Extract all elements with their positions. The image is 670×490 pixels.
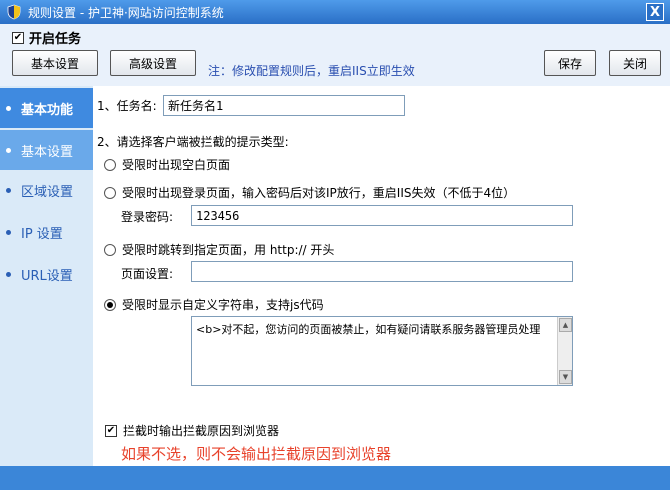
option-label: 受限时出现空白页面 bbox=[122, 158, 231, 172]
sidebar-item-label: URL设置 bbox=[21, 268, 73, 284]
option-login-page-radio[interactable] bbox=[104, 186, 116, 199]
option-blank-page-radio[interactable] bbox=[104, 158, 116, 171]
page-setting-input[interactable] bbox=[191, 261, 573, 282]
sidebar-item-basic-settings[interactable]: 基本设置 bbox=[0, 130, 93, 170]
window-title: 规则设置 - 护卫神·网站访问控制系统 bbox=[28, 5, 224, 20]
toolbar: ✔ 开启任务 基本设置 高级设置 注：修改配置规则后，重启IIS立即生效 保存 … bbox=[0, 24, 670, 86]
advanced-settings-button[interactable]: 高级设置 bbox=[110, 50, 196, 76]
prompt-type-label: 2、请选择客户端被拦截的提示类型: bbox=[97, 135, 289, 149]
enable-task-checkbox[interactable]: ✔ bbox=[12, 31, 24, 44]
output-reason-toggle[interactable]: ✔ 拦截时输出拦截原因到浏览器 bbox=[105, 422, 279, 439]
output-reason-checkbox[interactable]: ✔ bbox=[105, 424, 117, 437]
close-button[interactable]: 关闭 bbox=[609, 50, 661, 76]
option-label: 受限时显示自定义字符串，支持js代码 bbox=[122, 298, 324, 312]
window-close-button[interactable]: X bbox=[646, 3, 664, 21]
sidebar-item-label: 区域设置 bbox=[21, 184, 74, 200]
restart-tip: 注：修改配置规则后，重启IIS立即生效 bbox=[208, 64, 415, 78]
option-redirect-page[interactable]: 受限时跳转到指定页面，用 http:// 开头 bbox=[104, 241, 334, 258]
sidebar-item-label: IP 设置 bbox=[21, 226, 63, 242]
title-bar: 规则设置 - 护卫神·网站访问控制系统 X bbox=[0, 0, 670, 24]
option-redirect-page-radio[interactable] bbox=[104, 243, 116, 256]
login-password-label: 登录密码: bbox=[121, 210, 174, 224]
option-label: 受限时出现登录页面，输入密码后对该IP放行，重启IIS失效（不低于4位） bbox=[122, 186, 516, 200]
settings-panel: 1、任务名: 新任务名1 2、请选择客户端被拦截的提示类型: 受限时出现空白页面… bbox=[93, 86, 670, 466]
bullet-icon bbox=[6, 147, 11, 153]
sidebar: 基本功能 基本设置 区域设置 IP 设置 URL设置 bbox=[0, 86, 93, 466]
option-custom-string[interactable]: 受限时显示自定义字符串，支持js代码 bbox=[104, 296, 324, 313]
bullet-icon bbox=[6, 105, 11, 111]
status-bar bbox=[0, 466, 670, 490]
option-custom-string-radio[interactable] bbox=[104, 298, 116, 311]
bullet-icon bbox=[6, 229, 11, 235]
sidebar-item-ip-settings[interactable]: IP 设置 bbox=[0, 212, 93, 252]
shield-icon bbox=[7, 4, 21, 20]
enable-task-toggle[interactable]: ✔ 开启任务 bbox=[12, 28, 81, 47]
sidebar-item-region-settings[interactable]: 区域设置 bbox=[0, 170, 93, 210]
sidebar-item-label: 基本设置 bbox=[21, 144, 74, 160]
custom-string-textarea[interactable]: <b>对不起，您访问的页面被禁止，如有疑问请联系服务器管理员处理 ▲ ▼ bbox=[191, 316, 573, 386]
enable-task-label: 开启任务 bbox=[29, 32, 82, 47]
sidebar-item-basic-functions[interactable]: 基本功能 bbox=[0, 88, 93, 128]
basic-settings-button[interactable]: 基本设置 bbox=[12, 50, 98, 76]
option-blank-page[interactable]: 受限时出现空白页面 bbox=[104, 156, 230, 173]
option-label: 受限时跳转到指定页面，用 http:// 开头 bbox=[122, 243, 335, 257]
output-reason-label: 拦截时输出拦截原因到浏览器 bbox=[123, 424, 280, 438]
sidebar-item-url-settings[interactable]: URL设置 bbox=[0, 254, 93, 294]
page-setting-label: 页面设置: bbox=[121, 267, 174, 281]
sidebar-item-label: 基本功能 bbox=[21, 102, 74, 118]
scroll-down-arrow-icon[interactable]: ▼ bbox=[559, 370, 572, 384]
option-login-page[interactable]: 受限时出现登录页面，输入密码后对该IP放行，重启IIS失效（不低于4位） bbox=[104, 184, 515, 201]
textarea-scrollbar[interactable]: ▲ ▼ bbox=[557, 317, 572, 385]
bullet-icon bbox=[6, 187, 11, 193]
save-button[interactable]: 保存 bbox=[544, 50, 596, 76]
task-name-label: 1、任务名: bbox=[97, 99, 157, 113]
bullet-icon bbox=[6, 271, 11, 277]
scroll-up-arrow-icon[interactable]: ▲ bbox=[559, 318, 572, 332]
login-password-input[interactable]: 123456 bbox=[191, 205, 573, 226]
warning-text: 如果不选，则不会输出拦截原因到浏览器 bbox=[121, 445, 392, 463]
custom-string-text: <b>对不起，您访问的页面被禁止，如有疑问请联系服务器管理员处理 bbox=[196, 323, 541, 336]
task-name-input[interactable]: 新任务名1 bbox=[163, 95, 405, 116]
